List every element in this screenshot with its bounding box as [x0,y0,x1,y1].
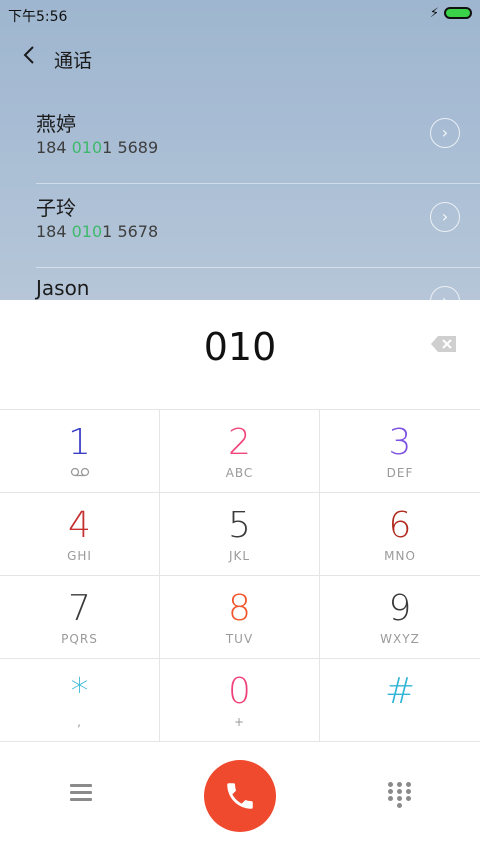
key-0[interactable]: 0 + [160,659,320,741]
key-5[interactable]: 5 JKL [160,493,320,575]
detail-chevron-icon[interactable]: › [430,118,460,148]
key-digit: 7 [68,587,91,629]
contact-name: Jason [36,276,90,300]
key-hash[interactable]: # [320,659,480,741]
detail-chevron-icon[interactable]: › [430,202,460,232]
keypad-row: 1 2 ABC 3 DEF [0,410,480,493]
phone-icon [227,783,253,809]
key-digit: # [384,670,416,712]
key-8[interactable]: 8 TUV [160,576,320,658]
contact-item[interactable]: 燕婷 184 0101 5689 › [0,100,480,184]
call-button[interactable] [204,760,276,832]
key-digit: 0 [228,670,251,712]
key-digit: 5 [228,504,251,546]
number-suffix: 1 5689 [102,138,159,157]
number-suffix: 1 5678 [102,222,159,241]
key-digit: 3 [388,421,412,463]
number-match: 010 [71,222,103,241]
key-digit: 8 [228,587,251,629]
key-star[interactable]: * , [0,659,160,741]
keypad-row: 7 PQRS 8 TUV 9 WXYZ [0,576,480,659]
key-digit: 4 [68,504,91,546]
battery-icon [444,7,472,19]
keypad-row: * , 0 + # [0,659,480,742]
contact-number: 184 0101 5678 [36,222,158,241]
status-bar: 下午5:56 ⚡ [0,0,480,30]
keypad-row: 4 GHI 5 JKL 6 MNO [0,493,480,576]
key-letters: JKL [228,548,251,563]
bottom-bar [0,738,480,853]
number-prefix: 184 [36,138,72,157]
header: 通话 [0,38,480,78]
key-7[interactable]: 7 PQRS [0,576,160,658]
dialed-number: 010 [203,325,277,369]
keypad: 1 2 ABC 3 DEF 4 GHI 5 JKL 6 MNO 7 PQRS 8… [0,409,480,742]
key-letters: , [77,714,82,729]
key-letters: MNO [384,548,416,563]
dialer-panel: 010 1 2 ABC 3 DEF 4 GHI 5 JKL 6 MNO 7 PQ… [0,300,480,853]
key-3[interactable]: 3 DEF [320,410,480,492]
menu-icon[interactable] [70,784,92,802]
key-letters: GHI [67,548,92,563]
status-time: 下午5:56 [8,9,68,25]
contact-item[interactable]: 子玲 184 0101 5678 › [0,184,480,268]
key-2[interactable]: 2 ABC [160,410,320,492]
backspace-icon[interactable] [430,334,456,352]
key-letters: PQRS [61,631,98,646]
key-1[interactable]: 1 [0,410,160,492]
contact-name: 燕婷 [36,112,76,136]
charging-icon: ⚡ [429,6,439,21]
key-letters: + [233,714,246,729]
key-9[interactable]: 9 WXYZ [320,576,480,658]
page-title: 通话 [54,50,93,72]
key-digit: 2 [228,421,251,463]
number-match: 010 [71,138,103,157]
key-digit: 9 [388,587,412,629]
contact-number: 184 0101 5689 [36,138,158,157]
key-6[interactable]: 6 MNO [320,493,480,575]
key-digit: 6 [388,504,412,546]
dialpad-icon[interactable] [388,782,412,808]
key-letters: TUV [225,631,254,646]
key-digit: 1 [68,421,91,463]
key-letters: DEF [386,465,414,480]
key-digit: * [70,670,89,712]
key-letters: WXYZ [380,631,420,646]
voicemail-icon [70,466,90,480]
key-4[interactable]: 4 GHI [0,493,160,575]
number-prefix: 184 [36,222,72,241]
key-letters: ABC [225,465,254,480]
back-chevron-icon[interactable] [22,44,36,72]
contact-name: 子玲 [36,196,76,220]
